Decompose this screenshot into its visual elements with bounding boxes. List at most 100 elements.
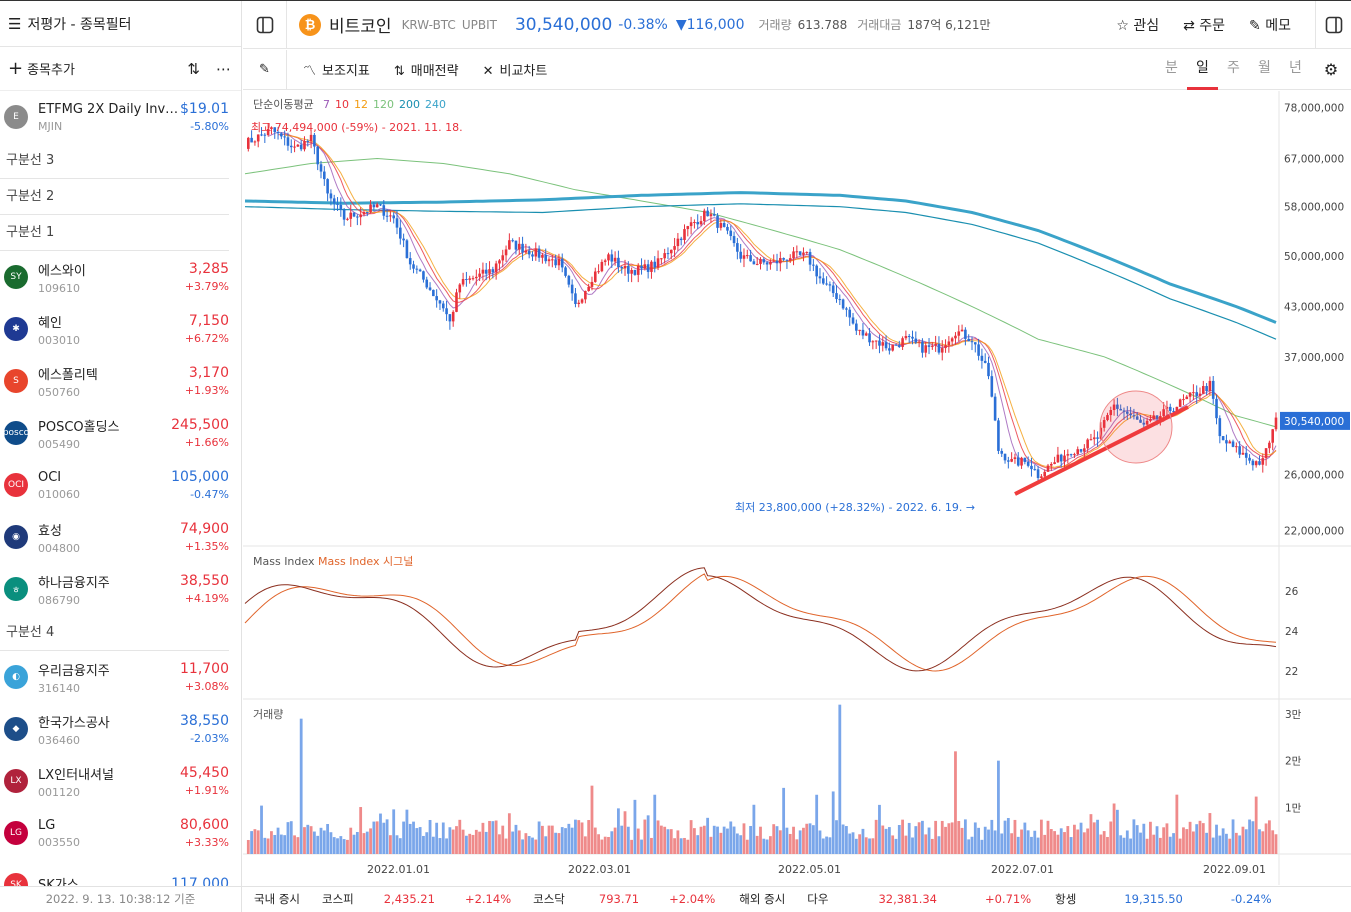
candle — [1168, 406, 1172, 411]
plus-icon[interactable]: + — [8, 58, 23, 79]
volume-bar — [1079, 822, 1083, 854]
candle — [600, 261, 604, 272]
volume-bar — [997, 760, 1000, 854]
candle — [263, 134, 267, 136]
chart-header: ₿ 비트코인 KRW-BTC UPBIT 30,540,000 -0.38% ▼… — [243, 0, 1351, 49]
candle — [1251, 460, 1255, 466]
watchlist-item[interactable]: S 에스폴리텍 050760 3,170 +1.93% — [0, 355, 241, 407]
moving-average-line — [244, 157, 1277, 428]
volume-bar — [1231, 819, 1235, 854]
period-tab[interactable]: 일 — [1187, 50, 1218, 90]
volume-bar — [322, 830, 326, 854]
draw-pen-icon[interactable]: ✎ — [243, 49, 287, 90]
candle — [904, 336, 908, 339]
panel-toggle-icon[interactable] — [243, 0, 287, 49]
indicator-icon: 〽 — [303, 64, 317, 79]
candle — [359, 214, 362, 218]
volume-bar — [1261, 831, 1265, 854]
watchlist-item[interactable]: LX LX인터내셔널 001120 45,450 +1.91% — [0, 755, 241, 807]
volume-bar — [815, 794, 819, 854]
stock-name: LG — [38, 817, 56, 833]
ma-period-label: 120 — [373, 98, 394, 111]
watchlist-item[interactable]: E ETFMG 2X Daily Inv… MJIN $19.01 -5.80% — [0, 91, 241, 143]
sidebar-toggle-icon[interactable] — [1315, 0, 1351, 49]
price-axis-label: 67,000,000 — [1284, 153, 1344, 165]
divider-group[interactable]: 구분선 2 — [0, 179, 229, 215]
candle — [1261, 458, 1265, 465]
candle — [593, 271, 597, 282]
period-tab[interactable]: 월 — [1249, 50, 1280, 90]
divider-group[interactable]: 구분선 3 — [0, 143, 229, 179]
candle — [448, 314, 452, 322]
order-button[interactable]: ⇄ 주문 — [1183, 15, 1225, 35]
more-icon[interactable]: ⋯ — [216, 60, 231, 78]
watchlist-item[interactable]: SY 에스와이 109610 3,285 +3.79% — [0, 251, 241, 303]
candle — [422, 271, 425, 280]
sort-icon[interactable]: ⇅ — [187, 60, 200, 78]
volume-bar — [653, 794, 657, 854]
candle — [1202, 386, 1205, 394]
memo-button[interactable]: ✎ 메모 — [1249, 15, 1291, 35]
watchlist-item[interactable]: LG LG 003550 80,600 +3.33% — [0, 807, 241, 859]
watchlist-item[interactable]: OCI OCI 010060 105,000 -0.47% — [0, 459, 241, 511]
candle — [484, 269, 488, 274]
stock-logo-icon: LX — [4, 769, 28, 793]
volume-bar — [1030, 836, 1033, 854]
period-tab[interactable]: 년 — [1280, 50, 1311, 90]
watchlist-item[interactable]: ✱ 혜인 003010 7,150 +6.72% — [0, 303, 241, 355]
volume-bar — [246, 839, 250, 854]
volume-bar — [296, 837, 300, 854]
watchlist-title[interactable]: 저평가 - 종목필터 — [27, 14, 131, 34]
price-chart[interactable]: 단순이동평균 7 10 12 120 200 240 최고 74,494,000 (-59… — [243, 91, 1351, 885]
candle — [1188, 392, 1192, 397]
candle — [1083, 448, 1086, 452]
candle — [736, 243, 739, 252]
compare-button[interactable]: ✕ 비교차트 — [483, 60, 548, 79]
circle-drawing[interactable] — [1099, 390, 1173, 464]
candle — [696, 222, 700, 225]
gear-icon[interactable]: ⚙ — [1311, 50, 1351, 90]
volume-bar — [461, 829, 465, 854]
watchlist-item[interactable]: SK SK가스 117,000 — [0, 859, 241, 886]
candle — [868, 333, 871, 343]
volume-bar — [1175, 794, 1179, 854]
volume-bar — [316, 835, 320, 854]
watchlist-item[interactable]: ㅎ 하나금융지주 086790 38,550 +4.19% — [0, 563, 241, 615]
watchlist-item[interactable]: ◉ 효성 004800 74,900 +1.35% — [0, 511, 241, 563]
candle — [802, 252, 805, 255]
volume-bar — [633, 799, 637, 854]
period-tab[interactable]: 분 — [1156, 50, 1187, 90]
volume-bar — [1086, 828, 1090, 854]
volume-bar — [666, 829, 670, 854]
candle — [570, 284, 574, 294]
strategy-button[interactable]: ⇅ 매매전략 — [394, 60, 459, 79]
watchlist-header[interactable]: ☰ 저평가 - 종목필터 — [0, 1, 241, 47]
candle — [250, 137, 253, 143]
volume-bar — [1267, 820, 1271, 854]
candle — [299, 144, 303, 150]
stock-price: 74,900 — [180, 521, 229, 537]
indicator-button[interactable]: 〽 보조지표 — [303, 60, 370, 79]
watch-button[interactable]: ☆ 관심 — [1116, 15, 1159, 35]
volume-bar — [792, 826, 795, 854]
divider-group[interactable]: 구분선 4 — [0, 615, 229, 651]
add-stock-button[interactable]: 종목추가 — [27, 59, 75, 78]
menu-icon[interactable]: ☰ — [8, 15, 21, 33]
volume-bar — [712, 825, 716, 854]
mass-axis-label: 22 — [1285, 666, 1298, 678]
candle — [656, 258, 660, 268]
watchlist-item[interactable]: posco POSCO홀딩스 005490 245,500 +1.66% — [0, 407, 241, 459]
candle — [729, 230, 733, 237]
stock-name: LX인터내셔널 — [38, 767, 114, 783]
candle — [769, 261, 772, 265]
period-tab[interactable]: 주 — [1218, 50, 1249, 90]
candle — [858, 329, 861, 331]
volume-bar — [977, 827, 980, 854]
watchlist-item[interactable]: ◆ 한국가스공사 036460 38,550 -2.03% — [0, 703, 241, 755]
candle — [346, 218, 349, 220]
candle — [683, 229, 686, 241]
candle — [517, 243, 521, 250]
stock-change: +1.66% — [184, 436, 229, 449]
watchlist-item[interactable]: ◐ 우리금융지주 316140 11,700 +3.08% — [0, 651, 241, 703]
divider-group[interactable]: 구분선 1 — [0, 215, 229, 251]
